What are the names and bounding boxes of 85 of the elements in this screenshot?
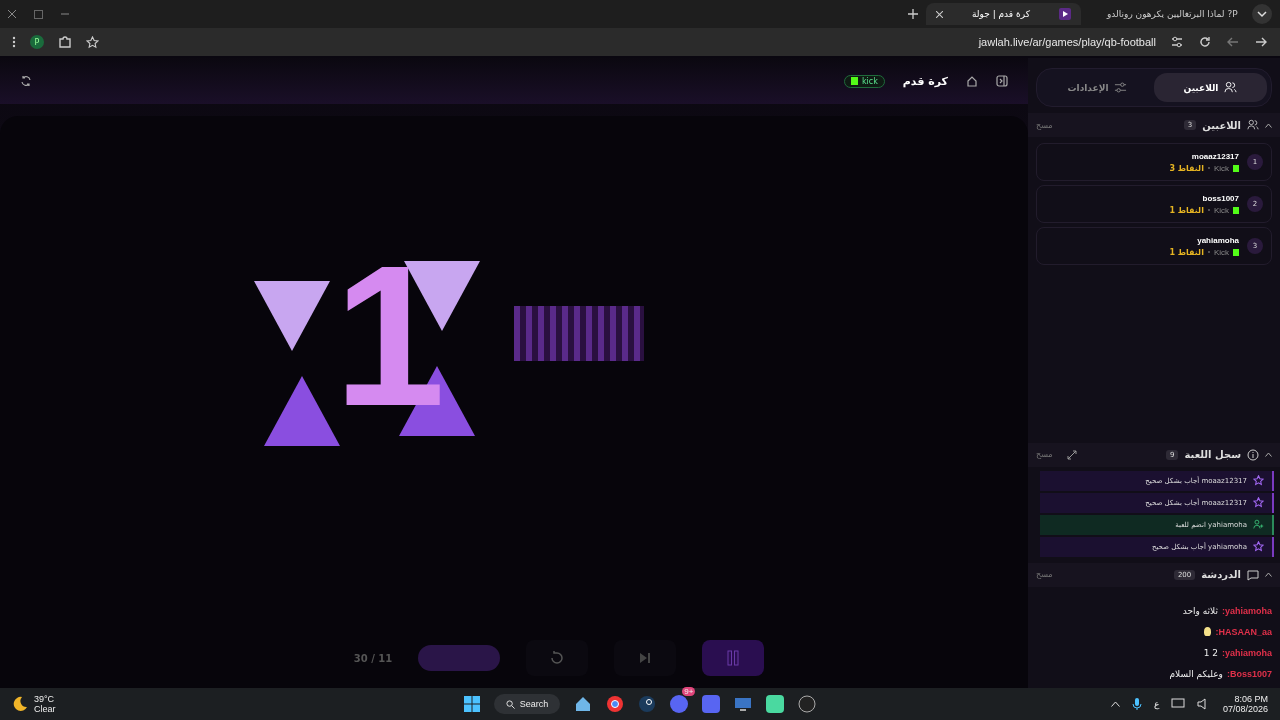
- emoji-icon: [1204, 627, 1212, 637]
- chat-username: HASAAN_aa:: [1215, 626, 1272, 637]
- browser-tab[interactable]: لماذا البرتغاليين يكرهون رونالدو ?P: [1089, 3, 1244, 25]
- clock-date[interactable]: 07/08/2026: [1222, 704, 1268, 714]
- forward-icon[interactable]: [1254, 35, 1268, 49]
- round-counter: 30 / 11: [353, 652, 393, 664]
- close-icon[interactable]: [8, 10, 16, 18]
- notification-badge: 9+: [682, 687, 696, 696]
- game-title: كرة قدم: [902, 74, 948, 88]
- chat-username: yahiamoha:: [1221, 606, 1272, 617]
- users-icon: [1247, 119, 1259, 131]
- app-icon[interactable]: [766, 695, 785, 713]
- sidebar-tab[interactable]: الإعدادات: [1041, 73, 1154, 102]
- clear-link[interactable]: مسح: [1036, 570, 1053, 580]
- menu-icon[interactable]: [12, 36, 16, 48]
- restart-button[interactable]: [526, 640, 589, 676]
- chat-icon: [1247, 568, 1259, 581]
- refresh-icon[interactable]: [20, 75, 32, 87]
- home-icon[interactable]: [966, 75, 978, 87]
- section-title: اللاعبين: [1202, 119, 1241, 131]
- monitor-icon[interactable]: [734, 695, 753, 713]
- url-text[interactable]: jawlah.live/ar/games/play/qb-football: [978, 36, 1156, 48]
- user-plus-icon: [1253, 519, 1264, 531]
- windows-icon[interactable]: [463, 696, 480, 712]
- clear-link[interactable]: مسح: [1036, 120, 1053, 130]
- countdown-drawing: 1: [224, 236, 644, 456]
- chat-message: 2 1: [1203, 647, 1218, 658]
- panel-toggle-icon[interactable]: [996, 75, 1008, 87]
- star-icon[interactable]: [86, 35, 99, 49]
- expand-icon[interactable]: [1066, 449, 1077, 460]
- dropdown-icon[interactable]: [1252, 4, 1272, 24]
- star-icon: [1253, 475, 1264, 487]
- moon-icon: [12, 696, 28, 712]
- chevron-up-icon[interactable]: [1265, 452, 1272, 458]
- platform-label: Kick: [1213, 205, 1229, 215]
- pause-icon: [726, 650, 741, 666]
- tune-icon[interactable]: [1170, 35, 1184, 49]
- users-icon: [1224, 81, 1238, 94]
- chat-message: وعليكم السلام: [1169, 668, 1223, 679]
- platform-icon: [1233, 164, 1239, 172]
- back-icon[interactable]: [1226, 35, 1240, 49]
- section-title: سجل اللعبة: [1184, 449, 1241, 461]
- language-indicator[interactable]: ع: [1153, 699, 1159, 709]
- star-icon: [1253, 497, 1264, 509]
- reload-icon[interactable]: [1198, 35, 1212, 49]
- sliders-icon: [1114, 81, 1128, 94]
- profile-avatar[interactable]: P: [30, 35, 44, 49]
- star-icon: [1253, 541, 1264, 553]
- browser-icon[interactable]: [606, 695, 625, 713]
- chevron-up-icon[interactable]: [1265, 572, 1272, 578]
- network-icon[interactable]: [1170, 698, 1185, 710]
- close-icon[interactable]: [936, 10, 943, 18]
- points-label: النقاط 3: [1169, 163, 1204, 173]
- chat-username: yahiamoha:: [1221, 647, 1272, 658]
- player-name: moaaz12317: [1190, 151, 1239, 161]
- points-label: النقاط 1: [1169, 247, 1204, 257]
- platform-badge: kick: [843, 74, 885, 88]
- search-icon: [505, 699, 515, 709]
- info-icon: [1247, 448, 1259, 461]
- platform-icon: [1233, 206, 1239, 214]
- clock-time[interactable]: 8:06 PM: [1234, 694, 1268, 704]
- sidebar-tab[interactable]: اللاعبين: [1154, 73, 1267, 102]
- platform-label: Kick: [1213, 247, 1229, 257]
- player-name: boss1007: [1201, 193, 1239, 203]
- temperature-label: 39°C: [34, 694, 56, 704]
- search-button[interactable]: Search: [493, 694, 561, 714]
- chat-username: Boss1007:: [1226, 668, 1272, 679]
- platform-icon: [1233, 248, 1239, 256]
- skip-icon: [638, 651, 653, 665]
- restore-icon[interactable]: [34, 9, 43, 19]
- house-icon[interactable]: [574, 695, 593, 713]
- browser-tab[interactable]: كرة قدم | جولة: [926, 3, 1081, 25]
- puzzle-icon[interactable]: [58, 35, 72, 49]
- chat-message: ثلاثه واحد: [1182, 606, 1218, 617]
- plus-icon[interactable]: [908, 9, 918, 19]
- restart-icon: [549, 650, 566, 666]
- clear-link[interactable]: مسح: [1036, 450, 1053, 460]
- points-label: النقاط 1: [1169, 205, 1204, 215]
- microphone-icon[interactable]: [1131, 697, 1142, 711]
- player-name: yahiamoha: [1196, 235, 1239, 245]
- favicon-icon: [1059, 8, 1071, 20]
- section-title: الدردشة: [1201, 569, 1241, 581]
- platform-label: Kick: [1213, 163, 1229, 173]
- weather-label: Clear: [34, 704, 56, 714]
- chevron-up-icon[interactable]: [1265, 122, 1272, 128]
